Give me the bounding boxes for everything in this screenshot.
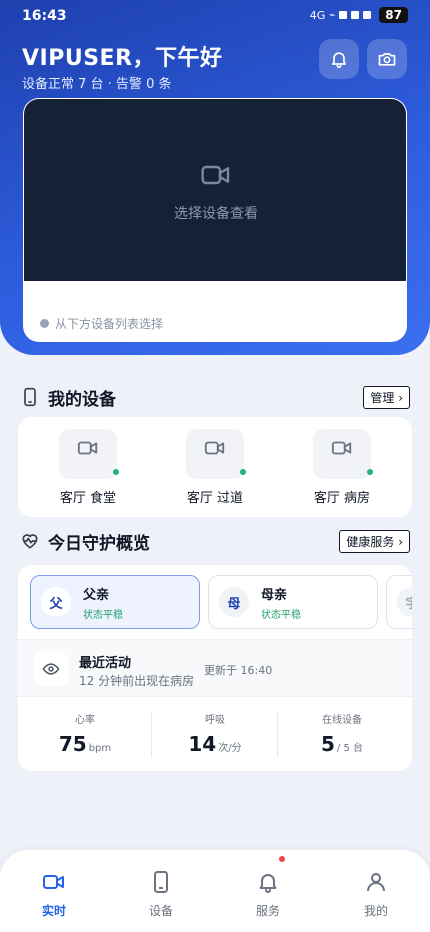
tab-label: 设备 bbox=[148, 904, 173, 918]
status-time: 16:43 bbox=[22, 8, 67, 24]
tab-label: 实时 bbox=[41, 904, 66, 918]
hint-dot-icon bbox=[40, 319, 49, 328]
network-label: 4G bbox=[309, 8, 326, 22]
manage-button[interactable]: 管理 › bbox=[363, 386, 410, 409]
devices-section-header: 我的设备 管理 › bbox=[20, 384, 410, 410]
signal-icon bbox=[339, 11, 348, 19]
tab-live[interactable]: 实时 bbox=[14, 870, 94, 919]
metric-value: 14 bbox=[188, 732, 217, 756]
online-dot bbox=[367, 469, 373, 475]
activity-updated: 更新于 16:40 bbox=[204, 664, 273, 677]
tab-profile[interactable]: 我的 bbox=[336, 870, 416, 919]
bottom-tab-bar: 实时 设备 服务 我的 bbox=[0, 850, 430, 932]
device-name: 客厅 过道 bbox=[186, 491, 244, 506]
video-hint-text: 从下方设备列表选择 bbox=[55, 317, 164, 331]
video-camera-icon bbox=[204, 441, 225, 455]
phone-icon bbox=[24, 387, 36, 407]
metric-unit: / 5 台 bbox=[336, 743, 363, 754]
online-dot bbox=[113, 469, 119, 475]
metric-label: 在线设备 bbox=[322, 715, 362, 726]
phone-icon bbox=[154, 871, 168, 893]
metric-label: 心率 bbox=[75, 715, 95, 726]
device-thumbnail bbox=[186, 429, 246, 479]
video-hint: 从下方设备列表选择 bbox=[40, 315, 163, 332]
signal-icon-2 bbox=[351, 11, 360, 19]
status-bar: 16:43 4G ⌁ 87 bbox=[0, 0, 430, 32]
tab-label: 我的 bbox=[363, 904, 388, 918]
devices-title: 我的设备 bbox=[48, 389, 116, 410]
device-item[interactable]: 客厅 病房 bbox=[287, 429, 397, 506]
device-thumbnail bbox=[313, 429, 373, 479]
video-placeholder: 选择设备查看 bbox=[174, 206, 258, 222]
person-status: 状态平稳 bbox=[261, 609, 301, 621]
avatar: 母 bbox=[219, 587, 249, 617]
bell-icon bbox=[331, 52, 347, 69]
metric-label: 呼吸 bbox=[205, 715, 225, 726]
health-service-button[interactable]: 健康服务 › bbox=[339, 530, 410, 553]
camera-icon bbox=[378, 53, 396, 66]
notification-badge bbox=[279, 856, 285, 862]
notifications-button[interactable] bbox=[319, 39, 359, 79]
wifi-icon: ⌁ bbox=[329, 9, 336, 21]
tab-label: 服务 bbox=[255, 904, 280, 918]
video-camera-icon bbox=[43, 875, 64, 889]
online-dot bbox=[240, 469, 246, 475]
devices-card: 客厅 食堂 客厅 过道 客厅 病房 bbox=[18, 417, 412, 517]
metric-heart-rate: 心率 75 bpm bbox=[20, 711, 150, 756]
device-summary: 设备正常 7 台 · 告警 0 条 bbox=[22, 77, 172, 92]
person-status: 状态平稳 bbox=[83, 609, 123, 621]
overview-section-header: 今日守护概览 健康服务 › bbox=[20, 528, 410, 554]
battery-level: 87 bbox=[379, 7, 408, 23]
avatar: 父 bbox=[41, 587, 71, 617]
video-camera-icon bbox=[77, 441, 98, 455]
metric-respiration: 呼吸 14 次/分 bbox=[150, 711, 280, 756]
activity-desc: 12 分钟前出现在病房 bbox=[79, 674, 195, 688]
camera-button[interactable] bbox=[367, 39, 407, 79]
greeting-title: VIPUSER，下午好 bbox=[22, 46, 223, 71]
live-video-card[interactable]: 选择设备查看 从下方设备列表选择 bbox=[23, 98, 407, 342]
person-card-father[interactable]: 父 父亲 状态平稳 bbox=[30, 575, 200, 629]
avatar: 宇 bbox=[397, 587, 412, 617]
overview-title: 今日守护概览 bbox=[48, 533, 150, 554]
metric-value: 75 bbox=[58, 732, 87, 756]
overview-card: 父 父亲 状态平稳 母 母亲 状态平稳 宇 最近活动 12 分钟前出现在病房 更… bbox=[18, 565, 412, 771]
activity-title: 最近活动 bbox=[79, 656, 132, 671]
bell-icon bbox=[259, 874, 277, 893]
device-name: 客厅 食堂 bbox=[59, 491, 117, 506]
person-name: 父亲 bbox=[83, 587, 110, 603]
person-card-partial[interactable]: 宇 bbox=[386, 575, 412, 629]
status-indicators: 4G ⌁ 87 bbox=[310, 7, 408, 23]
tab-devices[interactable]: 设备 bbox=[121, 870, 201, 919]
video-viewport[interactable]: 选择设备查看 bbox=[24, 99, 406, 281]
activity-icon-box bbox=[34, 652, 68, 686]
metric-unit: 次/分 bbox=[218, 743, 242, 754]
metric-unit: bpm bbox=[88, 743, 112, 754]
video-camera-icon bbox=[331, 441, 352, 455]
device-name: 客厅 病房 bbox=[313, 491, 371, 506]
person-card-mother[interactable]: 母 母亲 状态平稳 bbox=[208, 575, 378, 629]
signal-icon-3 bbox=[363, 11, 372, 19]
device-item[interactable]: 客厅 过道 bbox=[160, 429, 270, 506]
person-name: 母亲 bbox=[261, 587, 288, 603]
metric-online-devices: 在线设备 5/ 5 台 bbox=[277, 711, 407, 756]
tab-service[interactable]: 服务 bbox=[228, 856, 308, 919]
recent-activity[interactable]: 最近活动 12 分钟前出现在病房 更新于 16:40 bbox=[18, 639, 412, 697]
metric-value: 5 bbox=[320, 732, 335, 756]
device-item[interactable]: 客厅 食堂 bbox=[33, 429, 143, 506]
eye-icon bbox=[42, 663, 60, 675]
device-thumbnail bbox=[59, 429, 119, 479]
video-camera-icon bbox=[201, 165, 230, 185]
user-icon bbox=[367, 873, 385, 892]
heart-pulse-icon bbox=[22, 534, 38, 549]
